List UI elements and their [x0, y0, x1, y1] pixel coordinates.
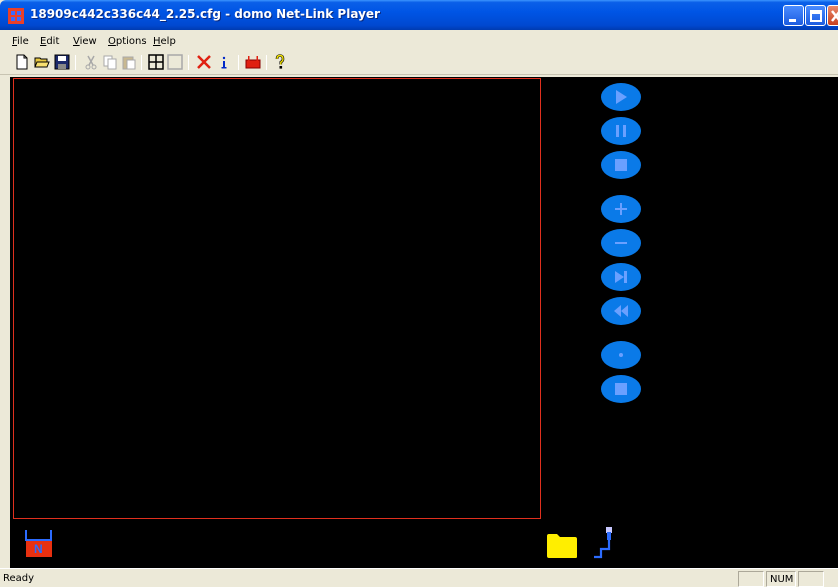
pause-button[interactable] [601, 117, 641, 145]
grid-icon[interactable] [148, 54, 164, 70]
menu-file-label: ile [17, 36, 29, 47]
maximize-button[interactable] [805, 5, 826, 26]
minus-icon [615, 242, 627, 244]
player-area: N [10, 77, 838, 568]
rewind-icon [614, 305, 628, 317]
blank-frame-icon[interactable] [167, 54, 183, 70]
status-cell-scroll [798, 571, 824, 587]
menu-help-label: elp [160, 36, 176, 47]
device-n-label: N [34, 542, 43, 556]
record-stop-button[interactable] [601, 375, 641, 403]
record-button[interactable] [601, 341, 641, 369]
zoom-in-button[interactable] [601, 195, 641, 223]
play-icon [616, 90, 627, 104]
folder-icon[interactable] [546, 533, 578, 559]
close-icon [831, 10, 838, 22]
next-frame-button[interactable] [601, 263, 641, 291]
device-icon[interactable] [245, 54, 261, 70]
status-num: NUM [770, 574, 794, 585]
open-folder-icon[interactable] [34, 54, 50, 70]
toolbar-separator [75, 55, 76, 70]
minimize-button[interactable] [783, 5, 804, 26]
save-icon[interactable] [54, 54, 70, 70]
zoom-out-button[interactable] [601, 229, 641, 257]
toolbar-separator [141, 55, 142, 70]
menu-view-label: iew [79, 36, 97, 47]
toolbar-separator [188, 55, 189, 70]
title-bar: 18909c442c336c44_2.25.cfg - domo Net-Lin… [0, 0, 838, 30]
toolbar [0, 51, 838, 75]
stop-icon [615, 159, 627, 171]
next-icon [615, 271, 627, 283]
app-icon [8, 8, 24, 24]
status-cell-caps [738, 571, 764, 587]
menu-bar: File Edit View Options Help [0, 31, 838, 51]
menu-edit[interactable]: Edit [40, 36, 59, 47]
menu-view-accel: V [73, 36, 80, 47]
menu-options-accel: O [108, 36, 116, 47]
status-text: Ready [3, 573, 35, 584]
bottom-toolbar: N [10, 519, 838, 568]
record-dot-icon [619, 353, 623, 357]
delete-icon[interactable] [196, 54, 212, 70]
window-title: 18909c442c336c44_2.25.cfg - domo Net-Lin… [30, 7, 380, 21]
menu-options-label: ptions [115, 36, 147, 47]
maximize-icon [810, 10, 822, 22]
status-bar: Ready NUM [0, 568, 838, 587]
info-icon[interactable] [216, 54, 232, 70]
minimize-icon [789, 19, 796, 22]
pause-icon [616, 125, 626, 137]
cut-icon[interactable] [83, 54, 99, 70]
status-cell-num: NUM [766, 571, 796, 587]
toolbar-separator [238, 55, 239, 70]
menu-view[interactable]: View [73, 36, 97, 47]
rewind-button[interactable] [601, 297, 641, 325]
stop-button[interactable] [601, 151, 641, 179]
play-button[interactable] [601, 83, 641, 111]
close-button[interactable] [827, 5, 838, 26]
copy-icon[interactable] [102, 54, 118, 70]
toolbar-separator [266, 55, 267, 70]
record-stop-icon [615, 383, 627, 395]
device-n-button[interactable]: N [24, 530, 54, 558]
menu-edit-label: dit [46, 36, 60, 47]
plus-icon [615, 203, 627, 215]
paste-icon[interactable] [121, 54, 137, 70]
video-display[interactable] [13, 78, 541, 519]
help-icon[interactable] [272, 54, 288, 70]
menu-options[interactable]: Options [108, 36, 147, 47]
menu-help-accel: H [153, 36, 161, 47]
network-cable-icon[interactable] [592, 527, 618, 561]
menu-help[interactable]: Help [153, 36, 176, 47]
new-file-icon[interactable] [14, 54, 30, 70]
menu-file[interactable]: File [12, 36, 29, 47]
